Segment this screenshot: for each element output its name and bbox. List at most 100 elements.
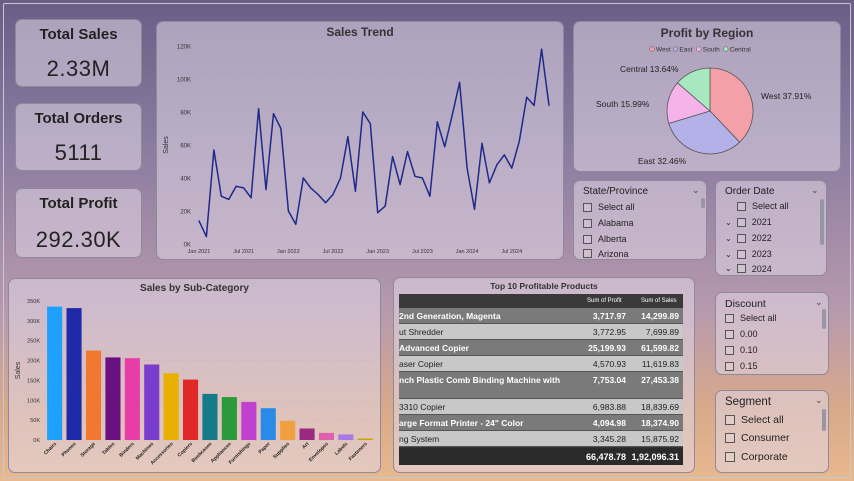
x-tick-label: Jul 2021 (233, 249, 254, 255)
table-row[interactable]: ng System 3,345.28 15,875.92 (399, 431, 683, 447)
slicer-option[interactable]: Select all (725, 414, 784, 426)
kpi-total-profit-card[interactable]: Total Profit 292.30K (15, 188, 142, 258)
x-tick-label: Binders (118, 441, 136, 459)
x-tick-label: Supplies (272, 441, 291, 460)
checkbox[interactable] (583, 249, 592, 258)
bar-furnishings (241, 401, 257, 440)
checkbox[interactable] (725, 345, 734, 355)
checkbox[interactable] (725, 433, 735, 443)
checkbox[interactable] (725, 361, 734, 371)
chevron-expand-icon[interactable]: ⌄ (725, 234, 732, 243)
scrollbar[interactable] (701, 198, 705, 208)
state-province-slicer[interactable]: State/Province ⌄ Select all Alabama Albe… (573, 180, 707, 260)
chevron-down-icon[interactable]: ⌄ (811, 185, 819, 196)
pie-label: West 37.91% (761, 91, 812, 101)
chevron-expand-icon[interactable]: ⌄ (725, 250, 732, 259)
order-date-slicer[interactable]: Order Date ⌄ Select all ⌄ 2021 ⌄ 2022 ⌄ 202… (715, 180, 827, 276)
checkbox[interactable] (583, 218, 592, 228)
table-row[interactable]: aser Copier 4,570.93 11,619.83 (399, 356, 683, 372)
table-row[interactable]: arge Format Printer - 24" Color 4,094.98 1… (399, 415, 683, 431)
chevron-down-icon[interactable]: ⌄ (815, 395, 823, 406)
kpi-total-sales-card[interactable]: Total Sales 2.33M (15, 19, 142, 87)
column-header-sales[interactable]: Sum of Sales (641, 298, 677, 304)
slicer-option[interactable]: Corporate (725, 451, 788, 463)
checkbox[interactable] (725, 415, 735, 425)
slicer-option[interactable]: ⌄ 2021 (725, 217, 772, 227)
trend-point (526, 96, 528, 98)
trend-point (362, 111, 364, 113)
table-row[interactable]: 3310 Copier 6,983.88 18,839.69 (399, 399, 683, 415)
cell-profit: 3,772.95 (592, 327, 626, 337)
sales-by-subcategory-card[interactable]: Sales by Sub-Category 350K 300K 250K 200K 15… (8, 278, 381, 473)
checkbox[interactable] (736, 264, 746, 273)
cell-profit: 4,094.98 (592, 418, 626, 428)
chevron-down-icon[interactable]: ⌄ (692, 185, 700, 196)
y-tick-label: 350K (27, 299, 40, 305)
checkbox[interactable] (583, 234, 592, 244)
slicer-option[interactable]: Select all (583, 202, 635, 212)
slicer-option[interactable]: ⌄ 2023 (725, 249, 772, 259)
checkbox[interactable] (583, 202, 592, 212)
slicer-option[interactable]: Consumer (725, 432, 789, 444)
trend-point (250, 197, 252, 199)
x-tick-label: Jan 2022 (277, 249, 300, 255)
table-row[interactable]: Advanced Copier 25,199.93 61,599.82 (399, 340, 683, 356)
slicer-option[interactable]: Select all (725, 313, 777, 323)
cell-sales: 11,619.83 (641, 359, 679, 369)
slicer-option[interactable]: 0.00 (725, 329, 758, 339)
sales-by-subcategory-chart: 350K 300K 250K 200K 150K 100K 50K 0K Sales Chairs… (15, 299, 375, 466)
bar-paper (260, 408, 276, 440)
slicer-option[interactable]: 0.10 (725, 345, 758, 355)
table-row[interactable]: nch Plastic Comb Binding Machine with 7,7… (399, 372, 683, 399)
legend-label: South (703, 47, 720, 54)
slicer-option[interactable]: 0.15 (725, 361, 758, 371)
column-header-profit[interactable]: Sum of Profit (587, 298, 622, 304)
x-tick-label: Jan 2023 (366, 249, 389, 255)
slicer-option[interactable]: Select all (737, 201, 789, 211)
trend-point (414, 175, 416, 177)
checkbox[interactable] (725, 329, 734, 339)
slicer-option[interactable]: ⌄ 2022 (725, 233, 772, 243)
trend-point (436, 121, 438, 123)
bar-bookcases (202, 393, 218, 440)
discount-slicer[interactable]: Discount ⌄ Select all 0.00 0.10 0.15 (715, 292, 829, 375)
sales-trend-card[interactable]: Sales Trend 120K 100K 80K 60K 40K 20K 0K Sales J… (156, 21, 564, 260)
scrollbar[interactable] (822, 309, 826, 329)
slicer-option[interactable]: Arizona (583, 249, 629, 258)
trend-point (451, 114, 453, 116)
kpi-total-orders-card[interactable]: Total Orders 5111 (15, 103, 142, 171)
chevron-expand-icon[interactable]: ⌄ (725, 264, 732, 273)
cell-sales: 15,875.92 (641, 434, 679, 444)
slicer-option[interactable]: Alabama (583, 218, 634, 228)
table-title: Top 10 Profitable Products (490, 281, 598, 291)
chevron-down-icon[interactable]: ⌄ (815, 297, 823, 308)
checkbox[interactable] (736, 233, 746, 243)
checkbox[interactable] (736, 249, 746, 259)
checkbox[interactable] (736, 217, 746, 227)
cell-profit: 6,983.88 (592, 402, 626, 412)
segment-slicer[interactable]: Segment ⌄ Select all Consumer Corporate (715, 390, 829, 473)
checkbox[interactable] (725, 452, 735, 462)
checkbox[interactable] (725, 313, 734, 323)
scrollbar[interactable] (820, 199, 824, 245)
total-sales: 1,92,096.31 (631, 452, 679, 462)
top-10-products-card[interactable]: Top 10 Profitable Products Sum of Profit… (393, 277, 695, 473)
checkbox[interactable] (737, 201, 746, 211)
trend-point (511, 167, 513, 169)
kpi-title: Total Sales (39, 26, 118, 43)
table-row[interactable]: 2nd Generation, Magenta 3,717.97 14,299.89 (399, 308, 683, 324)
profit-by-region-pie: West East South Central West 37.91% East 32.4… (596, 46, 812, 166)
legend-marker (672, 46, 678, 52)
cell-product: ng System (399, 434, 440, 444)
table-row[interactable]: ut Shredder 3,772.95 7,699.89 (399, 324, 683, 340)
x-tick-label: Paper (258, 441, 272, 455)
scrollbar[interactable] (822, 409, 826, 431)
y-tick-label: 60K (180, 144, 191, 150)
trend-point (496, 164, 498, 166)
slicer-option[interactable]: Alberta (583, 234, 627, 244)
pie-label: South 15.99% (596, 99, 650, 109)
profit-by-region-card[interactable]: Profit by Region West East South Central Wes… (573, 21, 841, 172)
slicer-option[interactable]: ⌄ 2024 (725, 264, 772, 273)
slicer-title: State/Province (583, 186, 649, 197)
chevron-expand-icon[interactable]: ⌄ (725, 218, 732, 227)
